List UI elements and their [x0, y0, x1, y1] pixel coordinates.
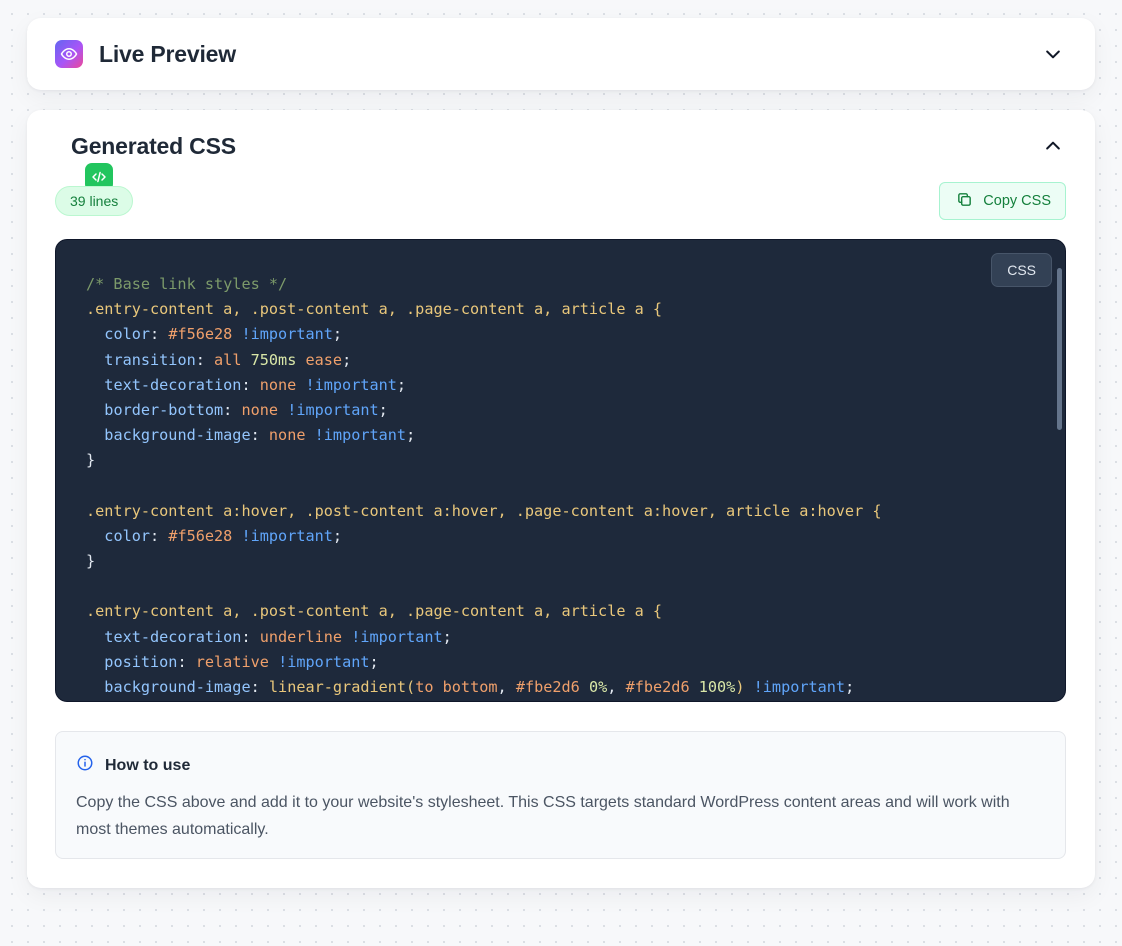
chevron-down-icon[interactable]	[1039, 40, 1067, 68]
line-count-badge: 39 lines	[55, 186, 134, 216]
how-to-use-box: How to use Copy the CSS above and add it…	[55, 731, 1066, 859]
copy-css-button[interactable]: Copy CSS	[939, 182, 1066, 220]
code-scrollbar[interactable]	[1057, 268, 1062, 430]
code-line: transition: all 750ms ease;	[104, 350, 352, 369]
code-line: .entry-content a:hover, .post-content a:…	[86, 501, 882, 520]
code-line: color: #f56e28 !important;	[104, 325, 343, 344]
code-content: /* Base link styles */ .entry-content a, …	[86, 272, 882, 700]
copy-css-label: Copy CSS	[983, 193, 1051, 209]
live-preview-panel: Live Preview	[27, 18, 1095, 90]
live-preview-title: Live Preview	[99, 40, 236, 67]
live-preview-header[interactable]: Live Preview	[55, 39, 1067, 69]
code-line: position: relative !important;	[104, 652, 379, 671]
code-line: /* Base link styles */	[86, 275, 288, 293]
copy-icon	[956, 191, 973, 212]
how-to-use-header: How to use	[76, 754, 190, 777]
code-line: text-decoration: underline !important;	[104, 627, 452, 646]
code-block[interactable]: /* Base link styles */ .entry-content a, …	[55, 239, 1066, 702]
how-to-use-text: Copy the CSS above and add it to your we…	[76, 794, 1010, 838]
eye-icon	[55, 40, 83, 68]
how-to-use-title: How to use	[105, 756, 191, 774]
code-line: background-image: linear-gradient(to bot…	[104, 678, 855, 696]
code-line: text-decoration: none !important;	[104, 375, 407, 394]
generated-css-title: Generated CSS	[71, 132, 236, 159]
code-line: .entry-content a, .post-content a, .page…	[86, 602, 663, 621]
chevron-up-icon[interactable]	[1039, 132, 1067, 160]
generated-css-panel: Generated CSS 39 lines Copy CSS /* Base …	[27, 110, 1095, 888]
code-line: .entry-content a, .post-content a, .page…	[86, 300, 663, 319]
code-line: }	[86, 451, 96, 470]
code-line: border-bottom: none !important;	[104, 400, 388, 419]
generated-css-header[interactable]: Generated CSS	[55, 131, 1067, 191]
code-line: background-image: none !important;	[104, 426, 416, 445]
info-icon	[76, 754, 94, 777]
code-line: }	[86, 552, 96, 571]
language-tag: CSS	[991, 253, 1052, 287]
code-line: color: #f56e28 !important;	[104, 526, 343, 545]
